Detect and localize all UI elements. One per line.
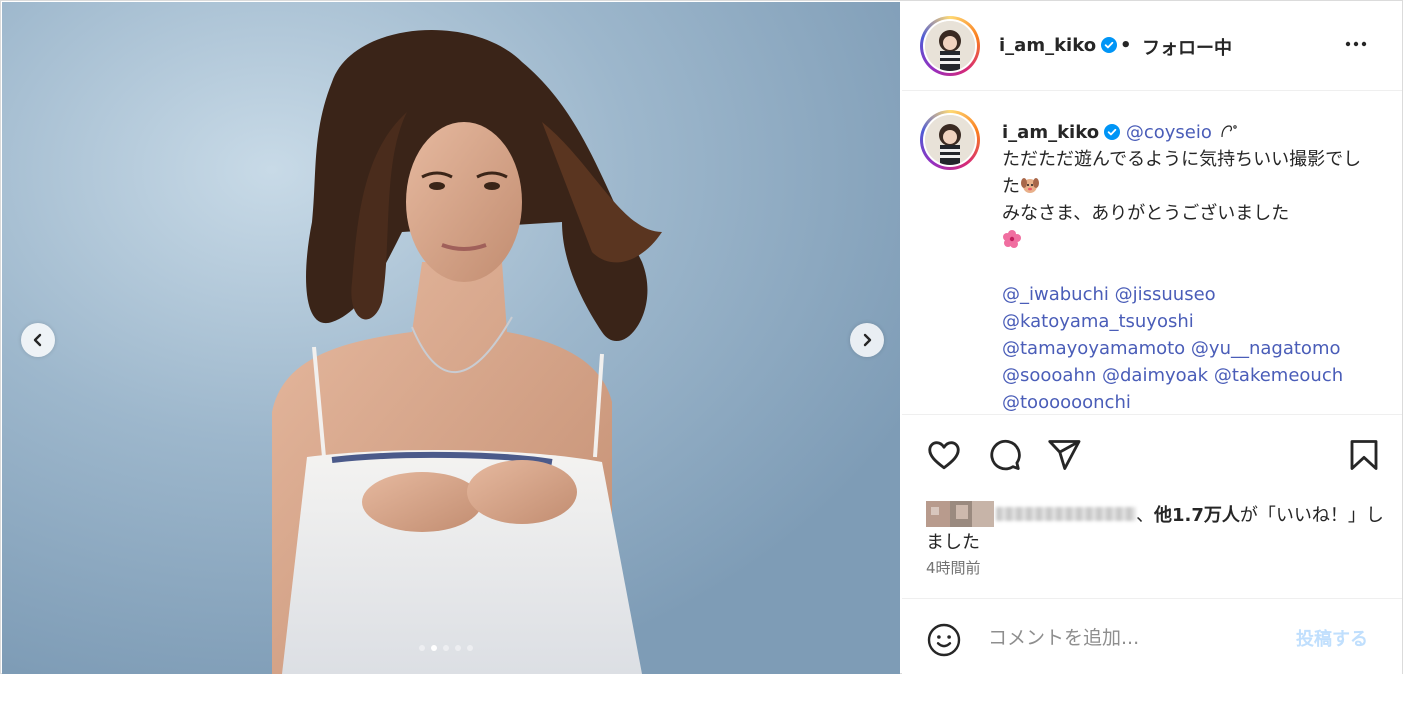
blurred-avatars-image [926, 501, 994, 527]
caption-avatar[interactable] [920, 110, 980, 170]
hibiscus-icon [1003, 230, 1021, 248]
carousel-dot[interactable] [419, 645, 425, 651]
post-actions: 、他1.7万人が「いいね！」しました 4時間前 [902, 414, 1402, 599]
mention-link[interactable]: @jissuuseo [1115, 284, 1216, 305]
carousel-prev-button[interactable] [21, 323, 55, 357]
caption-text: i_am_kiko @coyseio ただただ遊んでるように気持ちいい撮影でした… [1002, 119, 1372, 414]
post-header: i_am_kiko • フォロー中 [902, 2, 1402, 91]
more-options-icon[interactable] [1342, 32, 1370, 56]
mention-link[interactable]: @coyseio [1126, 122, 1212, 143]
emoji-smile-icon[interactable] [926, 622, 962, 658]
caption-line-1: ただただ遊んでるように気持ちいい撮影でした [1002, 149, 1362, 197]
mention-link[interactable]: @toooooonchi [1002, 392, 1131, 413]
header-separator: • [1120, 35, 1132, 56]
bookmark-icon[interactable] [1346, 437, 1382, 473]
mention-link[interactable]: @_iwabuchi [1002, 284, 1109, 305]
chevron-right-icon [863, 333, 872, 347]
mention-link[interactable]: @takemeouch [1214, 365, 1343, 386]
instagram-post: i_am_kiko • フォロー中 i_am_kiko @coyseio ただた… [0, 0, 1403, 674]
caption-area: i_am_kiko @coyseio ただただ遊んでるように気持ちいい撮影でした… [902, 91, 1402, 414]
caption-line-2: みなさま、ありがとうございました [1002, 203, 1290, 224]
comment-icon[interactable] [986, 437, 1022, 473]
carousel-indicator [419, 645, 473, 651]
post-comment-button[interactable]: 投稿する [1296, 625, 1368, 651]
post-side-panel: i_am_kiko • フォロー中 i_am_kiko @coyseio ただた… [902, 2, 1402, 674]
mention-link[interactable]: @soooahn [1002, 365, 1096, 386]
share-icon[interactable] [1046, 437, 1082, 473]
verified-badge-icon [1101, 37, 1118, 53]
avatar-image [925, 115, 975, 165]
post-timestamp[interactable]: 4時間前 [926, 557, 981, 578]
post-photo[interactable] [2, 2, 900, 674]
carousel-dot[interactable] [467, 645, 473, 651]
carousel-dot[interactable] [443, 645, 449, 651]
mention-link[interactable]: @daimyoak [1102, 365, 1208, 386]
avatar[interactable] [920, 16, 980, 76]
likes-separator: 、 [1136, 505, 1154, 526]
avatar-image [925, 21, 975, 71]
chevron-left-icon [33, 333, 42, 347]
following-button[interactable]: フォロー中 [1142, 34, 1232, 60]
carousel-dot[interactable] [455, 645, 461, 651]
comment-bar: 投稿する [902, 598, 1402, 675]
sparkle-symbol-icon [1220, 125, 1237, 138]
comment-input[interactable] [986, 621, 1280, 655]
liker-avatars [926, 499, 996, 529]
mention-link[interactable]: @tamayoyamamoto [1002, 338, 1185, 359]
mention-link[interactable]: @katoyama_tsuyoshi [1002, 311, 1194, 332]
carousel-dot-active[interactable] [431, 645, 437, 651]
mention-link[interactable]: @yu__nagatomo [1191, 338, 1341, 359]
carousel-next-button[interactable] [850, 323, 884, 357]
header-username[interactable]: i_am_kiko [999, 35, 1118, 56]
portrait-photo [2, 2, 900, 674]
caption-username[interactable]: i_am_kiko [1002, 122, 1099, 143]
dog-face-icon [1021, 178, 1039, 193]
likes-summary[interactable]: 、他1.7万人が「いいね！」しました [926, 499, 1386, 556]
verified-badge-icon [1104, 124, 1121, 140]
likes-count[interactable]: 他1.7万人 [1154, 505, 1240, 526]
liker-name-blurred [996, 507, 1136, 521]
heart-icon[interactable] [926, 437, 962, 473]
